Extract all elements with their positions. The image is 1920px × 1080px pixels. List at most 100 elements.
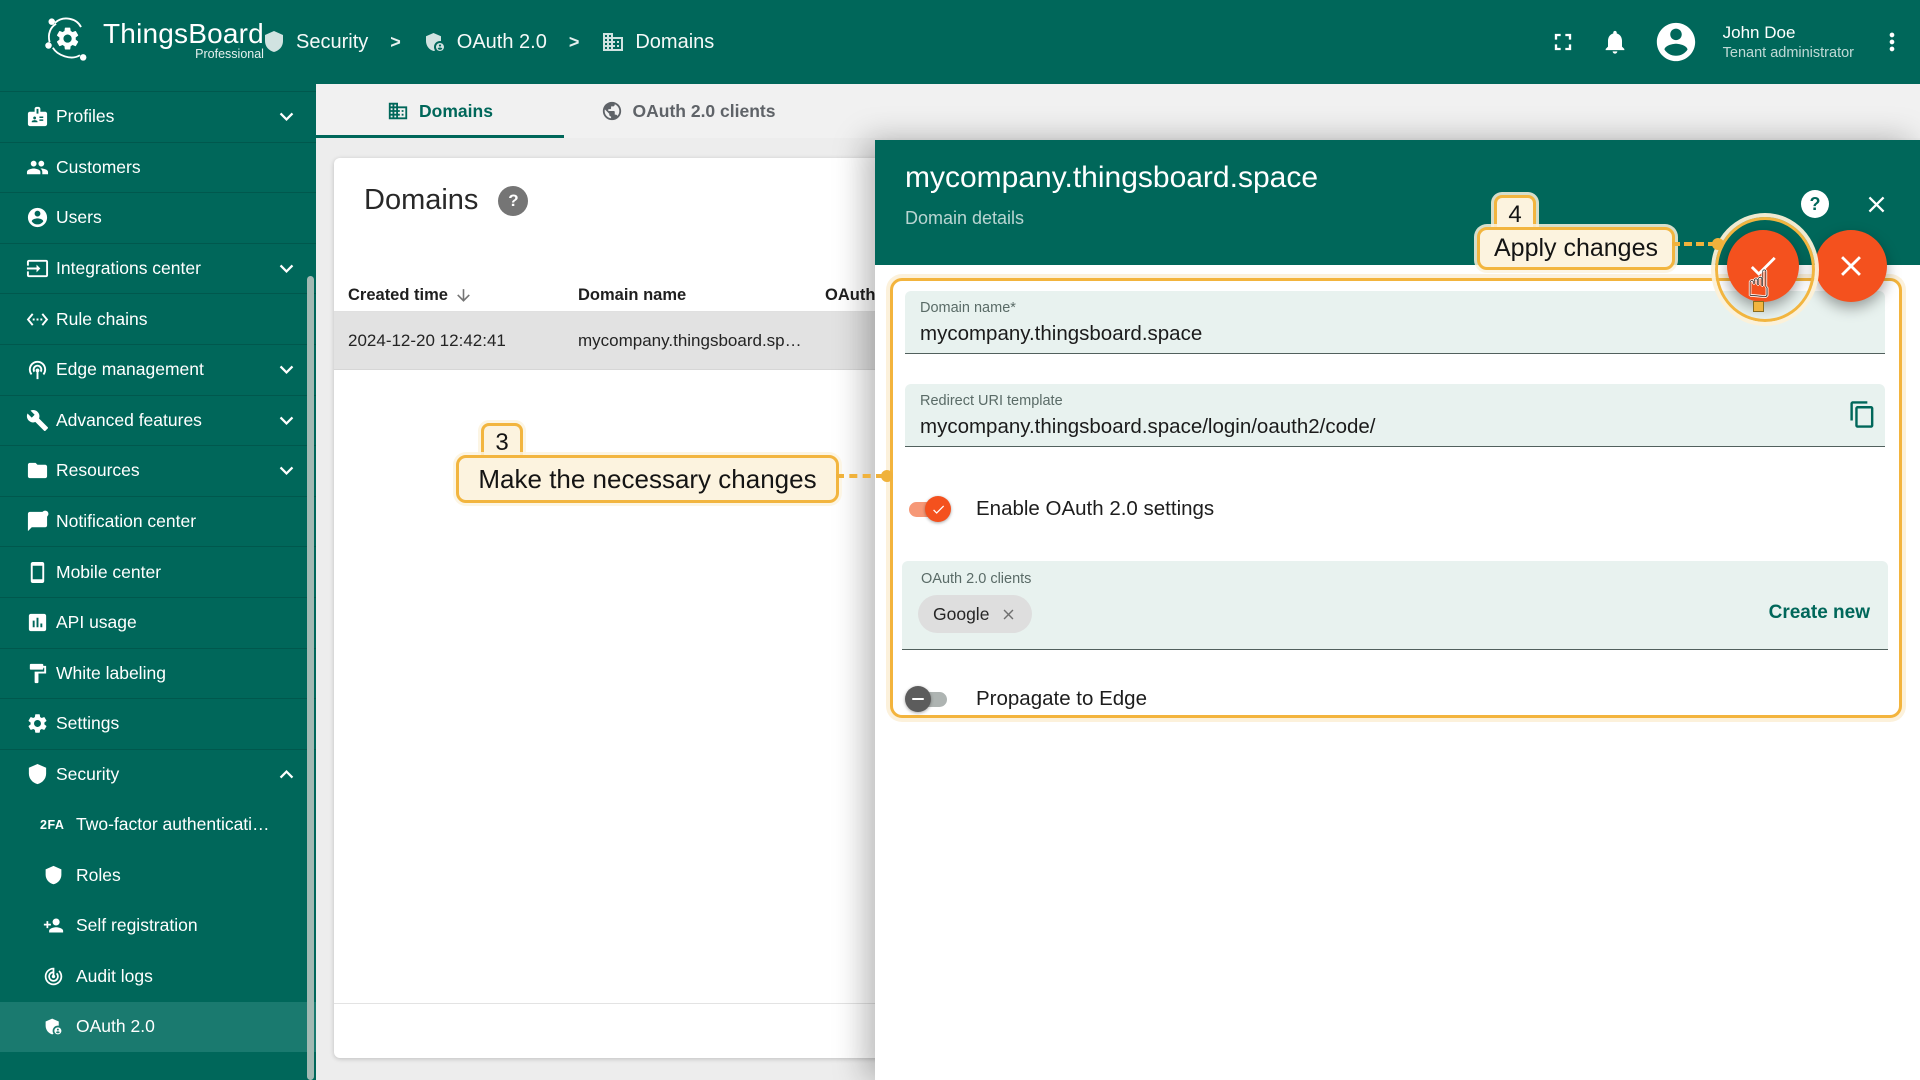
shield-icon bbox=[26, 763, 49, 786]
redirect-uri-field[interactable]: Redirect URI template mycompany.thingsbo… bbox=[905, 384, 1885, 447]
more-vert-icon bbox=[1878, 28, 1906, 56]
brand-name: ThingsBoard bbox=[103, 18, 264, 50]
sidebar-item-customers[interactable]: Customers bbox=[0, 142, 316, 193]
sidebar-item-security[interactable]: Security bbox=[0, 749, 316, 800]
fullscreen-icon bbox=[1549, 28, 1577, 56]
message-icon bbox=[26, 510, 49, 533]
column-header-domain-name[interactable]: Domain name bbox=[578, 286, 686, 305]
field-value: mycompany.thingsboard.space bbox=[920, 322, 1870, 346]
sidebar-item-self-registration[interactable]: Self registration bbox=[0, 901, 316, 952]
paint-roller-icon bbox=[26, 662, 49, 685]
fullscreen-button[interactable] bbox=[1549, 28, 1577, 56]
sidebar-item-label: Self registration bbox=[76, 915, 198, 936]
propagate-to-edge-toggle[interactable] bbox=[907, 686, 949, 712]
sidebar-item-settings[interactable]: Settings bbox=[0, 698, 316, 749]
sidebar-item-oauth2[interactable]: OAuth 2.0 bbox=[0, 1002, 316, 1053]
sidebar-item-edge-management[interactable]: Edge management bbox=[0, 344, 316, 395]
notifications-button[interactable] bbox=[1601, 28, 1629, 56]
people-icon bbox=[26, 156, 49, 179]
drawer-title: mycompany.thingsboard.space bbox=[905, 161, 1318, 195]
create-new-link[interactable]: Create new bbox=[1769, 602, 1870, 624]
topbar-menu-button[interactable] bbox=[1878, 28, 1906, 56]
sidebar-item-label: Integrations center bbox=[56, 258, 201, 279]
sidebar-item-label: Mobile center bbox=[56, 562, 161, 583]
enable-oauth-toggle[interactable] bbox=[907, 496, 949, 522]
person-add-icon bbox=[43, 915, 64, 936]
rule-chain-icon bbox=[26, 308, 49, 331]
sidebar-item-label: Audit logs bbox=[76, 966, 153, 987]
user-role: Tenant administrator bbox=[1723, 44, 1854, 63]
domain-form: Domain name* mycompany.thingsboard.space… bbox=[890, 278, 1902, 718]
drawer-subtitle: Domain details bbox=[905, 208, 1024, 229]
chevron-down-icon bbox=[273, 457, 300, 484]
sidebar-item-label: Advanced features bbox=[56, 410, 202, 431]
sidebar-item-two-factor-authentication[interactable]: 2FA Two-factor authenticati… bbox=[0, 799, 316, 850]
sort-desc-icon bbox=[454, 286, 473, 305]
sidebar-item-users[interactable]: Users bbox=[0, 192, 316, 243]
2fa-icon: 2FA bbox=[40, 818, 64, 832]
page-title: Domains bbox=[364, 184, 478, 217]
sidebar-item-label: Settings bbox=[56, 713, 119, 734]
sidebar-item-label: White labeling bbox=[56, 663, 166, 684]
toggle-label: Enable OAuth 2.0 settings bbox=[976, 497, 1214, 521]
antenna-icon bbox=[26, 358, 49, 381]
sidebar-item-integrations-center[interactable]: Integrations center bbox=[0, 243, 316, 294]
card-title-row: Domains ? bbox=[364, 184, 528, 217]
thingsboard-logo[interactable]: ThingsBoard Professional bbox=[42, 13, 264, 65]
sidebar-item-mobile-center[interactable]: Mobile center bbox=[0, 546, 316, 597]
shield-icon bbox=[262, 30, 286, 54]
breadcrumb-separator: > bbox=[390, 32, 401, 53]
avatar[interactable] bbox=[1653, 19, 1699, 65]
column-header-oauth-clients[interactable]: OAuth bbox=[825, 286, 875, 305]
sidebar-item-label: Profiles bbox=[56, 106, 114, 127]
toggle-thumb-checked bbox=[925, 496, 951, 522]
chip-label: Google bbox=[933, 604, 989, 625]
propagate-row: Propagate to Edge bbox=[907, 681, 1147, 717]
breadcrumb-separator: > bbox=[569, 32, 580, 53]
chevron-down-icon bbox=[273, 255, 300, 282]
tab-domains[interactable]: Domains bbox=[316, 84, 564, 138]
minus-icon bbox=[912, 698, 924, 701]
thingsboard-app: ThingsBoard Professional Security > OAut… bbox=[0, 0, 1920, 1080]
client-chip-google[interactable]: Google bbox=[918, 595, 1032, 633]
sidebar-item-api-usage[interactable]: API usage bbox=[0, 597, 316, 648]
sidebar-item-audit-logs[interactable]: Audit logs bbox=[0, 951, 316, 1002]
user-block[interactable]: John Doe Tenant administrator bbox=[1723, 22, 1854, 63]
sidebar-item-notification-center[interactable]: Notification center bbox=[0, 496, 316, 547]
breadcrumb-security[interactable]: Security bbox=[262, 30, 368, 54]
sidebar-scrollbar[interactable] bbox=[307, 276, 314, 1080]
sidebar-item-label: OAuth 2.0 bbox=[76, 1016, 155, 1037]
close-icon bbox=[1834, 249, 1868, 283]
chevron-down-icon bbox=[273, 407, 300, 434]
step-3-callout: Make the necessary changes bbox=[456, 455, 839, 503]
column-header-created-time[interactable]: Created time bbox=[348, 286, 473, 305]
close-drawer-button[interactable] bbox=[1863, 191, 1890, 218]
enable-oauth-row: Enable OAuth 2.0 settings bbox=[907, 491, 1214, 527]
help-icon[interactable]: ? bbox=[498, 186, 528, 216]
sidebar-item-label: Notification center bbox=[56, 511, 196, 532]
domain-details-drawer: mycompany.thingsboard.space Domain detai… bbox=[875, 140, 1920, 1080]
breadcrumb-oauth[interactable]: OAuth 2.0 bbox=[423, 30, 547, 54]
sidebar-item-rule-chains[interactable]: Rule chains bbox=[0, 293, 316, 344]
step-4-callout: Apply changes bbox=[1477, 227, 1675, 270]
oauth-clients-field: OAuth 2.0 clients Google Create new bbox=[902, 561, 1888, 650]
sidebar-item-profiles[interactable]: Profiles bbox=[0, 91, 316, 142]
sidebar-item-resources[interactable]: Resources bbox=[0, 445, 316, 496]
sidebar-item-label: Rule chains bbox=[56, 309, 147, 330]
sidebar-item-label: Roles bbox=[76, 865, 121, 886]
sidebar-item-roles[interactable]: Roles bbox=[0, 850, 316, 901]
account-circle-icon bbox=[1653, 19, 1699, 65]
chip-remove-icon[interactable] bbox=[1000, 606, 1017, 623]
shield-person-icon bbox=[423, 30, 447, 54]
sidebar-item-white-labeling[interactable]: White labeling bbox=[0, 648, 316, 699]
help-icon[interactable]: ? bbox=[1801, 190, 1829, 218]
cancel-changes-button[interactable] bbox=[1815, 230, 1887, 302]
tab-oauth-clients[interactable]: OAuth 2.0 clients bbox=[564, 84, 812, 138]
copy-button[interactable] bbox=[1848, 400, 1877, 429]
domain-name-field[interactable]: Domain name* mycompany.thingsboard.space bbox=[905, 291, 1885, 354]
breadcrumb: Security > OAuth 2.0 > Domains bbox=[262, 0, 714, 84]
breadcrumb-domains[interactable]: Domains bbox=[601, 30, 714, 54]
apply-changes-button[interactable] bbox=[1727, 230, 1799, 302]
sidebar-item-advanced-features[interactable]: Advanced features bbox=[0, 395, 316, 446]
chevron-up-icon bbox=[273, 761, 300, 788]
